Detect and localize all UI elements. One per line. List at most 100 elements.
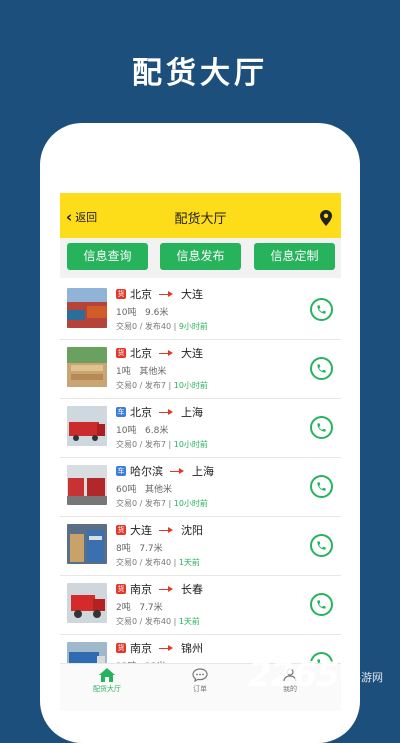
route-arrow-icon — [159, 527, 173, 533]
page-title: 配货大厅 — [174, 212, 227, 227]
route-arrow-icon — [159, 350, 173, 356]
phone-icon — [317, 423, 326, 432]
info-publish-button[interactable]: 信息发布 — [160, 243, 241, 270]
cargo-photo — [67, 406, 107, 446]
destination-city: 大连 — [181, 288, 203, 301]
listing-row[interactable]: 货 南京 长春 2吨 7.7米 交易0 / 发布40 | 1天前 — [60, 576, 341, 635]
listing-row[interactable]: 车 哈尔滨 上海 60吨 其他米 交易0 / 发布7 | 10小时前 — [60, 458, 341, 517]
call-button[interactable] — [310, 357, 333, 380]
destination-city: 大连 — [181, 347, 203, 360]
listing-row[interactable]: 货 北京 大连 1吨 其他米 交易0 / 发布7 | 10小时前 — [60, 340, 341, 399]
cargo-photo — [67, 524, 107, 564]
listing-row[interactable]: 车 北京 上海 10吨 6.8米 交易0 / 发布7 | 10小时前 — [60, 399, 341, 458]
route-arrow-icon — [159, 409, 173, 415]
deal-count: 交易0 — [116, 322, 138, 331]
location-pin-icon[interactable] — [320, 210, 332, 226]
length: 其他米 — [145, 485, 173, 495]
origin-city: 北京 — [130, 347, 152, 360]
tab-hall[interactable]: 配货大厅 — [77, 668, 137, 694]
call-button[interactable] — [310, 416, 333, 439]
route: 哈尔滨 上海 — [130, 463, 214, 479]
phone-icon — [317, 600, 326, 609]
route-arrow-icon — [159, 291, 173, 297]
length: 7.7米 — [139, 603, 163, 613]
route: 南京 锦州 — [130, 640, 203, 656]
header-bar: ‹ 返回 配货大厅 — [60, 193, 341, 238]
listing-meta: 交易0 / 发布40 | 9小时前 — [116, 322, 208, 331]
route: 南京 长春 — [130, 581, 203, 597]
cargo-photo — [67, 583, 107, 623]
cargo-spec: 1吨 其他米 — [116, 364, 166, 377]
type-badge: 货 — [116, 584, 126, 594]
tab-label: 配货大厅 — [93, 685, 121, 693]
listing-meta: 交易0 / 发布7 | 10小时前 — [116, 440, 208, 449]
call-button[interactable] — [310, 534, 333, 557]
watermark-logo: 2265 — [248, 655, 340, 695]
post-count: 发布7 — [144, 499, 166, 508]
route: 北京 大连 — [130, 345, 203, 361]
route: 大连 沈阳 — [130, 522, 203, 538]
promo-title: 配货大厅 — [132, 56, 268, 91]
cargo-spec: 10吨 6.8米 — [116, 423, 168, 436]
cargo-photo — [67, 288, 107, 328]
listing-row[interactable]: 货 大连 沈阳 8吨 7.7米 交易0 / 发布40 | 1天前 — [60, 517, 341, 576]
cargo-spec: 8吨 7.7米 — [116, 541, 163, 554]
phone-icon — [317, 305, 326, 314]
type-badge: 货 — [116, 643, 126, 653]
post-count: 发布7 — [144, 381, 166, 390]
type-badge: 车 — [116, 466, 126, 476]
weight: 10吨 — [116, 308, 137, 318]
call-button[interactable] — [310, 298, 333, 321]
origin-city: 北京 — [130, 288, 152, 301]
posted-time: 10小时前 — [173, 381, 208, 390]
destination-city: 沈阳 — [181, 524, 203, 537]
call-button[interactable] — [310, 475, 333, 498]
weight: 1吨 — [116, 367, 131, 377]
phone-icon — [317, 482, 326, 491]
listing-meta: 交易0 / 发布40 | 1天前 — [116, 617, 200, 626]
deal-count: 交易0 — [116, 440, 138, 449]
post-count: 发布40 — [144, 558, 172, 567]
cargo-photo — [67, 347, 107, 387]
cargo-spec: 10吨 9.6米 — [116, 305, 168, 318]
watermark-subtitle: 手游网 — [350, 671, 383, 684]
origin-city: 大连 — [130, 524, 152, 537]
type-badge: 货 — [116, 289, 126, 299]
weight: 8吨 — [116, 544, 131, 554]
length: 7.7米 — [139, 544, 163, 554]
listing-meta: 交易0 / 发布7 | 10小时前 — [116, 499, 208, 508]
length: 其他米 — [139, 367, 167, 377]
cargo-photo — [67, 465, 107, 505]
route-arrow-icon — [159, 586, 173, 592]
destination-city: 上海 — [192, 465, 214, 478]
weight: 60吨 — [116, 485, 137, 495]
call-button[interactable] — [310, 593, 333, 616]
deal-count: 交易0 — [116, 499, 138, 508]
type-badge: 货 — [116, 348, 126, 358]
route-arrow-icon — [159, 645, 173, 651]
posted-time: 9小时前 — [178, 322, 208, 331]
origin-city: 南京 — [130, 642, 152, 655]
info-custom-button[interactable]: 信息定制 — [254, 243, 335, 270]
deal-count: 交易0 — [116, 381, 138, 390]
weight: 10吨 — [116, 426, 137, 436]
posted-time: 10小时前 — [173, 440, 208, 449]
tab-orders[interactable]: 订单 — [170, 668, 230, 694]
destination-city: 锦州 — [181, 642, 203, 655]
phone-icon — [317, 541, 326, 550]
cargo-spec: 60吨 其他米 — [116, 482, 172, 495]
listing-row[interactable]: 货 北京 大连 10吨 9.6米 交易0 / 发布40 | 9小时前 — [60, 281, 341, 340]
weight: 2吨 — [116, 603, 131, 613]
route: 北京 上海 — [130, 404, 203, 420]
listing-meta: 交易0 / 发布40 | 1天前 — [116, 558, 200, 567]
origin-city: 南京 — [130, 583, 152, 596]
info-query-button[interactable]: 信息查询 — [67, 243, 148, 270]
length: 6.8米 — [145, 426, 169, 436]
origin-city: 哈尔滨 — [130, 465, 163, 478]
home-icon — [99, 668, 115, 682]
cargo-spec: 2吨 7.7米 — [116, 600, 163, 613]
length: 9.6米 — [145, 308, 169, 318]
deal-count: 交易0 — [116, 558, 138, 567]
posted-time: 10小时前 — [173, 499, 208, 508]
route: 北京 大连 — [130, 286, 203, 302]
